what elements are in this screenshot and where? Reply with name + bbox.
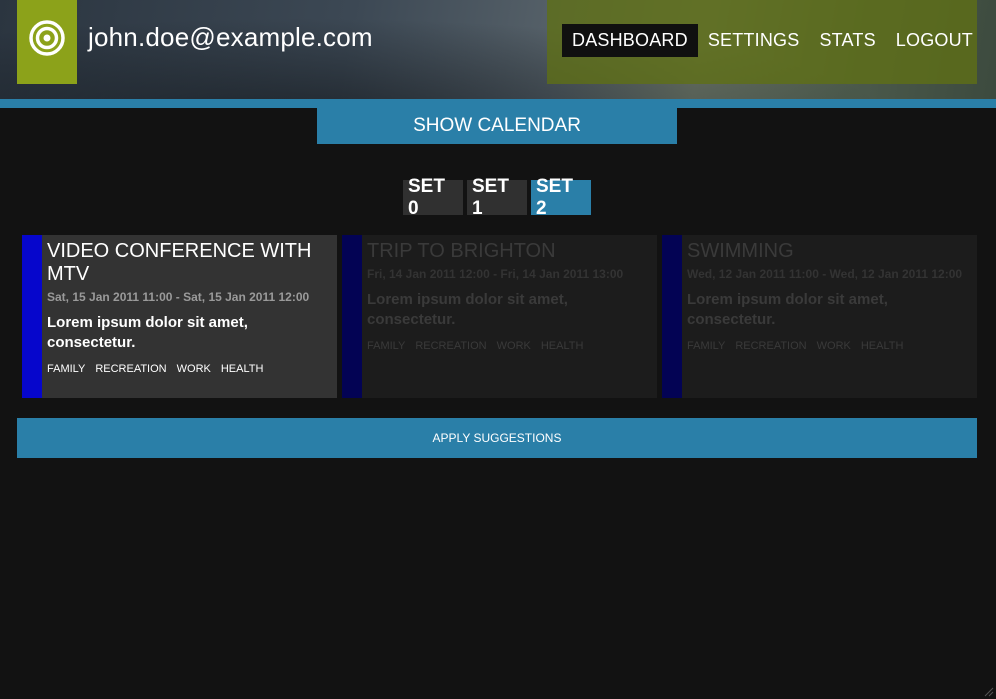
tag-recreation[interactable]: RECREATION: [415, 340, 486, 352]
show-calendar-button[interactable]: SHOW CALENDAR: [317, 108, 677, 144]
header-divider: [0, 99, 996, 108]
tag-family[interactable]: FAMILY: [367, 340, 405, 352]
tag-work[interactable]: WORK: [497, 340, 531, 352]
event-title: VIDEO CONFERENCE WITH MTV: [47, 240, 312, 285]
event-card[interactable]: TRIP TO BRIGHTON Fri, 14 Jan 2011 12:00 …: [342, 235, 657, 398]
event-title: SWIMMING: [687, 240, 794, 262]
tag-work[interactable]: WORK: [817, 340, 851, 352]
event-cards: VIDEO CONFERENCE WITH MTV Sat, 15 Jan 20…: [22, 235, 977, 398]
nav-dashboard[interactable]: DASHBOARD: [562, 24, 698, 57]
main-nav: DASHBOARD SETTINGS STATS LOGOUT: [547, 0, 977, 84]
event-date: Sat, 15 Jan 2011 11:00 - Sat, 15 Jan 201…: [47, 290, 310, 304]
event-card[interactable]: SWIMMING Wed, 12 Jan 2011 11:00 - Wed, 1…: [662, 235, 977, 398]
tag-health[interactable]: HEALTH: [861, 340, 904, 352]
tag-work[interactable]: WORK: [177, 363, 211, 375]
nav-stats[interactable]: STATS: [809, 24, 885, 57]
set-tabs: SET 0 SET 1 SET 2: [403, 176, 591, 219]
tag-health[interactable]: HEALTH: [221, 363, 264, 375]
tag-recreation[interactable]: RECREATION: [735, 340, 806, 352]
event-date: Fri, 14 Jan 2011 12:00 - Fri, 14 Jan 201…: [367, 267, 624, 281]
event-description: Lorem ipsum dolor sit amet, consectetur.: [367, 291, 568, 328]
header-banner: john.doe@example.com DASHBOARD SETTINGS …: [0, 0, 996, 100]
event-tags: FAMILY RECREATION WORK HEALTH: [47, 363, 332, 375]
tag-family[interactable]: FAMILY: [47, 363, 85, 375]
tab-set-2[interactable]: SET 2: [531, 176, 591, 219]
event-tags: FAMILY RECREATION WORK HEALTH: [687, 340, 972, 352]
tag-family[interactable]: FAMILY: [687, 340, 725, 352]
logo[interactable]: [17, 0, 77, 84]
nav-settings[interactable]: SETTINGS: [698, 24, 810, 57]
apply-suggestions-button[interactable]: APPLY SUGGESTIONS: [17, 418, 977, 458]
event-tags: FAMILY RECREATION WORK HEALTH: [367, 340, 652, 352]
resize-grip-icon[interactable]: [982, 685, 994, 697]
event-color-bar: [662, 235, 682, 398]
tag-health[interactable]: HEALTH: [541, 340, 584, 352]
event-description: Lorem ipsum dolor sit amet, consectetur.: [687, 291, 888, 328]
target-icon: [29, 20, 65, 56]
tab-set-1[interactable]: SET 1: [467, 176, 527, 219]
event-description: Lorem ipsum dolor sit amet, consectetur.: [47, 314, 248, 351]
event-color-bar: [22, 235, 42, 398]
user-email: john.doe@example.com: [88, 22, 373, 52]
event-color-bar: [342, 235, 362, 398]
tab-set-0[interactable]: SET 0: [403, 176, 463, 219]
event-card-body: SWIMMING Wed, 12 Jan 2011 11:00 - Wed, 1…: [682, 235, 977, 398]
tag-recreation[interactable]: RECREATION: [95, 363, 166, 375]
event-card-body: TRIP TO BRIGHTON Fri, 14 Jan 2011 12:00 …: [362, 235, 657, 398]
event-date: Wed, 12 Jan 2011 11:00 - Wed, 12 Jan 201…: [687, 267, 963, 281]
event-title: TRIP TO BRIGHTON: [367, 240, 556, 262]
event-card-body: VIDEO CONFERENCE WITH MTV Sat, 15 Jan 20…: [42, 235, 337, 398]
event-card[interactable]: VIDEO CONFERENCE WITH MTV Sat, 15 Jan 20…: [22, 235, 337, 398]
nav-logout[interactable]: LOGOUT: [886, 24, 983, 57]
